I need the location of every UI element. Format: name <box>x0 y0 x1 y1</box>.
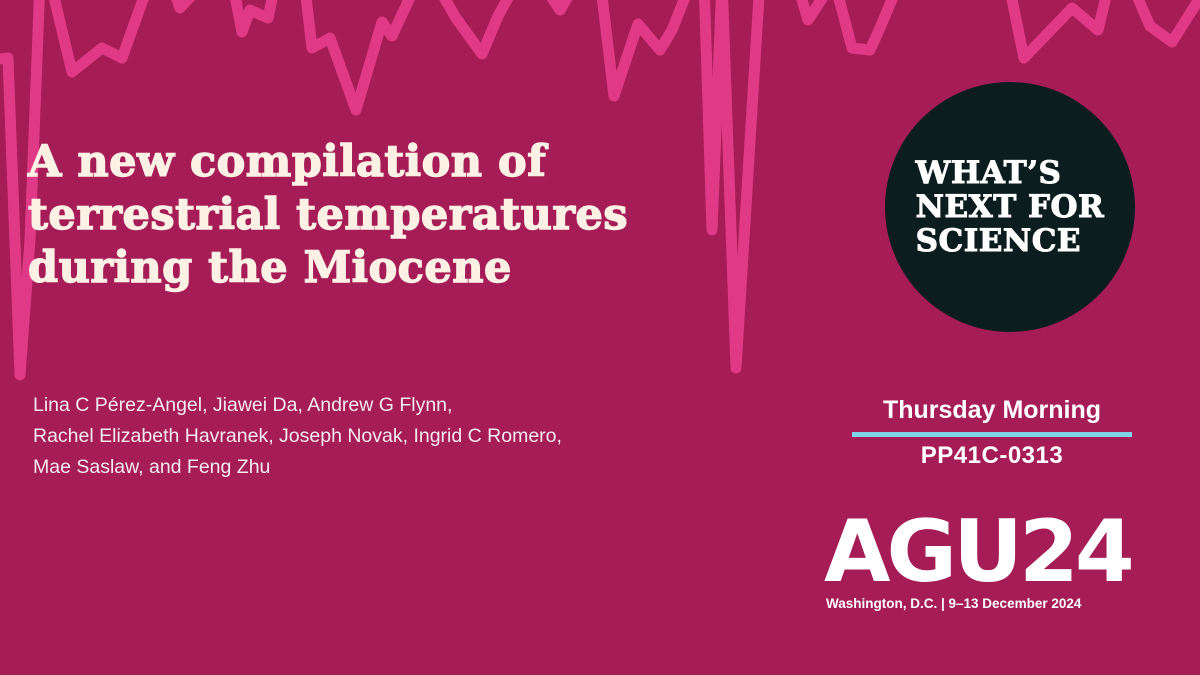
title-line: A new compilation of <box>27 136 547 187</box>
session-code: PP41C-0313 <box>920 442 1064 469</box>
session-day: Thursday Morning <box>882 396 1102 424</box>
whats-next-for-science-badge: WHAT’S NEXT FOR SCIENCE <box>885 82 1135 332</box>
title-line: during the Miocene <box>27 242 512 293</box>
badge-text: WHAT’S NEXT FOR SCIENCE <box>915 155 1105 259</box>
author-list: Lina C Pérez-Angel, Jiawei Da, Andrew G … <box>33 390 733 483</box>
author-line: Rachel Elizabeth Havranek, Joseph Novak,… <box>33 425 562 447</box>
author-line: Lina C Pérez-Angel, Jiawei Da, Andrew G … <box>33 394 453 416</box>
badge-line: SCIENCE <box>915 223 1081 259</box>
event-tagline: Washington, D.C. | 9–13 December 2024 <box>826 596 1082 611</box>
badge-line: NEXT FOR <box>915 189 1105 225</box>
session-divider <box>852 432 1132 437</box>
presentation-title: A new compilation of terrestrial tempera… <box>27 136 808 295</box>
badge-line: WHAT’S <box>915 155 1062 191</box>
author-line: Mae Saslaw, and Feng Zhu <box>33 456 271 478</box>
title-line: terrestrial temperatures <box>27 189 629 240</box>
agu24-logo: AGU24 <box>824 502 1135 602</box>
